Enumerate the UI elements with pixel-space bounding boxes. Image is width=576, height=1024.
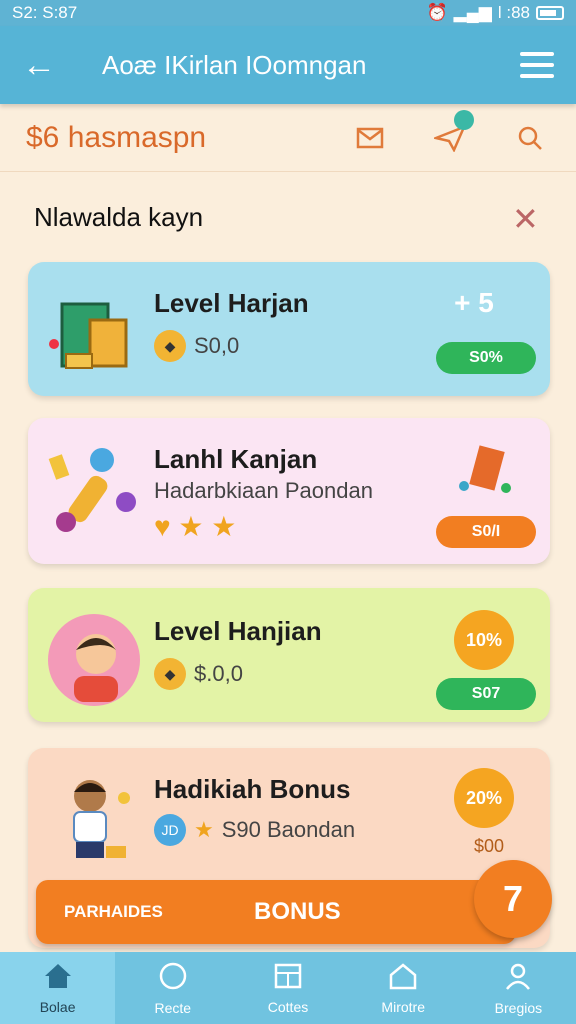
signal-icon: ▂▄▆ xyxy=(453,3,492,22)
nav-label: Bregios xyxy=(494,999,543,1016)
badge-subtext: $00 xyxy=(473,836,504,856)
bonus-bar-label: BONUS xyxy=(254,898,341,925)
card-value-text: $.0,0 xyxy=(194,661,243,686)
reward-card-2[interactable]: Lanhl Kanjan Hadarbkiaan Paondan ♥ ★ ★ S… xyxy=(28,418,550,564)
card-title: Level Harjan xyxy=(154,288,309,318)
back-arrow-icon[interactable]: ← xyxy=(22,46,62,85)
avatar-boy-icon xyxy=(48,614,140,706)
party-popper-icon xyxy=(48,448,136,532)
close-icon[interactable]: ✕ xyxy=(512,200,539,238)
nav-home[interactable]: Bolae xyxy=(0,952,116,1024)
menu-icon[interactable] xyxy=(520,52,554,78)
nav-label: Mirotre xyxy=(381,998,425,1015)
grid-icon xyxy=(273,962,303,993)
balance-text: $6 hasmaspn xyxy=(26,120,207,154)
profile-icon xyxy=(503,961,533,994)
house-outline-icon xyxy=(388,962,418,993)
status-bar: S2: S:87 ⏰ ▂▄▆ l :88 xyxy=(0,0,576,26)
notification-dot xyxy=(454,109,474,130)
sparkle-badge: + 5 xyxy=(454,287,494,318)
coin-icon: ◆ xyxy=(154,330,186,362)
star-icon: ★ xyxy=(194,817,214,842)
page-title: Aoæ IKirlan IOomngan xyxy=(102,49,367,80)
alarm-icon: ⏰ xyxy=(426,3,448,22)
card-action-pill[interactable]: S07 xyxy=(436,678,536,710)
bottom-nav: Bolae Recte Cottes Mirotre Bregios xyxy=(0,952,576,1024)
app-bar: ← Aoæ IKirlan IOomngan xyxy=(0,26,576,104)
reward-card-1[interactable]: Level Harjan ◆ S0,0 + 5 S0% xyxy=(28,262,550,396)
nav-label: Bolae xyxy=(39,998,76,1015)
card-value: JD ★ S90 Baondan xyxy=(154,814,355,846)
reward-card-3[interactable]: Level Hanjian ◆ $.0,0 10% S07 xyxy=(28,588,550,722)
gift-box-icon xyxy=(459,445,511,493)
coin-icon: ◆ xyxy=(154,658,186,690)
battery-icon xyxy=(536,6,564,20)
balance-bar: $6 hasmaspn xyxy=(0,104,576,172)
nav-recte[interactable]: Recte xyxy=(115,952,230,1024)
card-action-pill[interactable]: S0% xyxy=(436,342,536,374)
card-title: Level Hanjian xyxy=(154,616,322,646)
treasure-box-icon xyxy=(49,302,128,369)
card-value-text: S0,0 xyxy=(194,333,240,358)
nav-label: Recte xyxy=(154,999,192,1016)
nav-cottes[interactable]: Cottes xyxy=(230,952,345,1024)
section-title: Nlawalda kayn xyxy=(34,202,204,232)
clock-icon xyxy=(158,961,188,994)
card-value: ◆ S0,0 xyxy=(154,330,239,362)
info-coin-icon: JD xyxy=(154,814,186,846)
home-icon xyxy=(43,962,73,993)
mail-icon[interactable] xyxy=(350,118,390,158)
card-description: Hadarbkiaan Paondan xyxy=(154,478,373,503)
card-value: ◆ $.0,0 xyxy=(154,658,243,690)
card-title: Lanhl Kanjan xyxy=(154,444,318,474)
counter-fab[interactable]: 7 xyxy=(474,860,552,938)
card-value-text: S90 Baondan xyxy=(221,817,356,842)
status-right-text: l :88 xyxy=(497,3,530,22)
nav-bregios[interactable]: Bregios xyxy=(461,952,576,1024)
search-icon[interactable] xyxy=(510,118,550,158)
star-rating: ♥ ★ ★ xyxy=(154,511,237,542)
card-action-pill[interactable]: S0/I xyxy=(436,516,536,548)
nav-label: Cottes xyxy=(267,998,309,1015)
send-icon[interactable] xyxy=(430,109,474,158)
bonus-bar-left-label: PARHAIDES xyxy=(64,902,163,921)
nav-mirotre[interactable]: Mirotre xyxy=(346,952,461,1024)
status-icons: ⏰ ▂▄▆ l :88 xyxy=(426,3,564,23)
bonus-button[interactable]: PARHAIDES BONUS xyxy=(36,880,516,944)
percent-badge: 10% xyxy=(454,610,514,670)
card-title: Hadikiah Bonus xyxy=(154,774,351,804)
percent-badge: 20% xyxy=(454,768,514,828)
waving-boy-icon xyxy=(73,780,130,858)
status-time: S2: S:87 xyxy=(12,3,78,22)
